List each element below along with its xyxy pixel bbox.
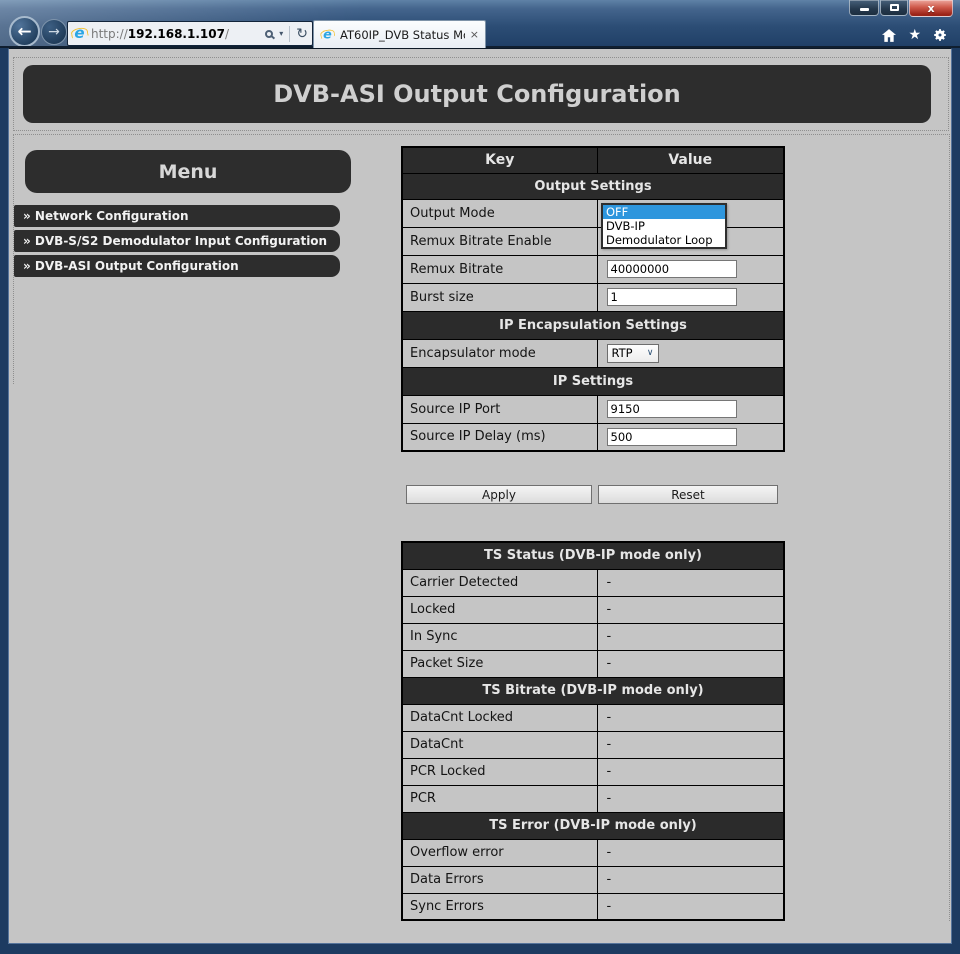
menu-item-dvbs-demodulator-input[interactable]: » DVB-S/S2 Demodulator Input Configurati…: [14, 230, 340, 252]
menu-item-network-configuration[interactable]: » Network Configuration: [14, 205, 340, 227]
status-value: -: [597, 893, 784, 920]
menu-item-label: » DVB-S/S2 Demodulator Input Configurati…: [23, 234, 327, 248]
menu-header: Menu: [25, 150, 351, 193]
status-value: -: [597, 623, 784, 650]
minimize-button[interactable]: [849, 0, 879, 16]
status-value: -: [597, 866, 784, 893]
back-arrow-icon: ←: [17, 22, 31, 42]
forward-button[interactable]: →: [41, 19, 67, 45]
favorites-star-icon[interactable]: ★: [908, 27, 921, 43]
back-button[interactable]: ←: [9, 16, 40, 47]
forward-arrow-icon: →: [48, 24, 60, 40]
status-key: Carrier Detected: [402, 569, 597, 596]
home-icon[interactable]: [882, 29, 896, 42]
burst-size-input[interactable]: [607, 288, 737, 306]
source-ip-port-input[interactable]: [607, 400, 737, 418]
section-ip-settings: IP Settings: [402, 367, 784, 395]
col-header-value: Value: [597, 147, 784, 173]
status-table: TS Status (DVB-IP mode only) Carrier Det…: [401, 541, 785, 921]
refresh-icon[interactable]: ↻: [296, 27, 308, 41]
window-controls: x: [849, 0, 953, 17]
dropdown-option-demodulator-loop[interactable]: Demodulator Loop: [603, 233, 725, 247]
status-key: Overflow error: [402, 839, 597, 866]
status-value: -: [597, 731, 784, 758]
row-label-remux-bitrate-enable: Remux Bitrate Enable: [402, 227, 597, 255]
dropdown-option-dvbip[interactable]: DVB-IP: [603, 219, 725, 233]
address-bar[interactable]: e http://192.168.1.107/ ▾ ↻: [67, 21, 313, 46]
status-key: DataCnt: [402, 731, 597, 758]
status-key: PCR: [402, 785, 597, 812]
page-title: DVB-ASI Output Configuration: [273, 80, 681, 108]
tab-title: AT60IP_DVB Status Monitor...: [340, 28, 465, 42]
tab-favicon-icon: e: [321, 28, 334, 41]
row-label-remux-bitrate: Remux Bitrate: [402, 255, 597, 283]
encapsulator-mode-select[interactable]: RTP ∨: [607, 344, 659, 363]
row-label-source-ip-delay: Source IP Delay (ms): [402, 423, 597, 451]
status-value: -: [597, 596, 784, 623]
page-viewport: DVB-ASI Output Configuration Menu » Netw…: [8, 48, 952, 944]
tab-close-icon[interactable]: ×: [470, 28, 479, 41]
search-caret-icon[interactable]: ▾: [279, 29, 283, 38]
status-value: -: [597, 758, 784, 785]
browser-chrome: x ← → e http://192.168.1.107/ ▾ ↻ e AT60…: [0, 0, 960, 48]
status-value: -: [597, 704, 784, 731]
divider: [289, 26, 290, 42]
col-header-key: Key: [402, 147, 597, 173]
ie-logo-icon: e: [72, 26, 87, 41]
status-key: DataCnt Locked: [402, 704, 597, 731]
url-text: http://192.168.1.107/: [91, 27, 229, 41]
status-value: -: [597, 650, 784, 677]
row-label-source-ip-port: Source IP Port: [402, 395, 597, 423]
section-ts-error: TS Error (DVB-IP mode only): [402, 812, 784, 839]
section-ts-bitrate: TS Bitrate (DVB-IP mode only): [402, 677, 784, 704]
row-label-burst-size: Burst size: [402, 283, 597, 311]
search-icon[interactable]: [265, 30, 273, 38]
status-key: Data Errors: [402, 866, 597, 893]
minimize-icon: [860, 8, 869, 11]
page-title-banner: DVB-ASI Output Configuration: [23, 65, 931, 123]
status-value: -: [597, 785, 784, 812]
status-value: -: [597, 569, 784, 596]
menu-item-dvbasi-output[interactable]: » DVB-ASI Output Configuration: [14, 255, 340, 277]
close-button[interactable]: x: [909, 0, 953, 17]
tools-gear-icon[interactable]: [933, 28, 947, 42]
menu-item-label: » Network Configuration: [23, 209, 189, 223]
section-ip-encapsulation: IP Encapsulation Settings: [402, 311, 784, 339]
menu-item-label: » DVB-ASI Output Configuration: [23, 259, 239, 273]
browser-tab[interactable]: e AT60IP_DVB Status Monitor... ×: [313, 20, 486, 48]
source-ip-delay-input[interactable]: [607, 428, 737, 446]
chevron-down-icon: ∨: [647, 348, 654, 358]
menu-title: Menu: [159, 161, 218, 183]
row-label-output-mode: Output Mode: [402, 199, 597, 227]
close-icon: x: [927, 3, 934, 14]
apply-button[interactable]: Apply: [406, 485, 592, 504]
row-label-encapsulator-mode: Encapsulator mode: [402, 339, 597, 367]
section-output-settings: Output Settings: [402, 173, 784, 199]
output-mode-dropdown-list: OFF DVB-IP Demodulator Loop: [601, 203, 727, 249]
dropdown-option-off[interactable]: OFF: [603, 205, 725, 219]
config-table: Key Value Output Settings Output Mode Re…: [401, 146, 785, 452]
reset-button[interactable]: Reset: [598, 485, 778, 504]
status-key: Sync Errors: [402, 893, 597, 920]
status-key: In Sync: [402, 623, 597, 650]
status-key: Packet Size: [402, 650, 597, 677]
status-key: Locked: [402, 596, 597, 623]
status-value: -: [597, 839, 784, 866]
encapsulator-mode-value: RTP: [612, 346, 633, 360]
section-ts-status: TS Status (DVB-IP mode only): [402, 542, 784, 569]
maximize-icon: [890, 4, 899, 11]
status-key: PCR Locked: [402, 758, 597, 785]
maximize-button[interactable]: [880, 0, 908, 16]
remux-bitrate-input[interactable]: [607, 260, 737, 278]
